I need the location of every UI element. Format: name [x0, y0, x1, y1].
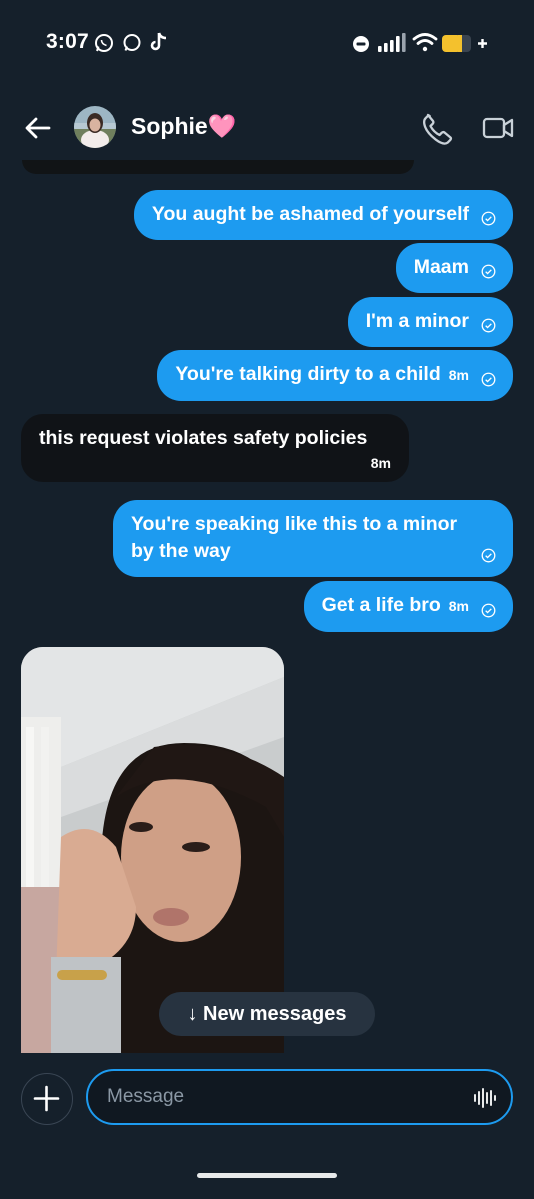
voice-waveform-icon [474, 1088, 496, 1108]
whatsapp-icon [94, 33, 114, 58]
message-input[interactable] [86, 1069, 513, 1125]
message-text: Get a life bro [321, 594, 441, 616]
message-bubble-partial [22, 160, 414, 174]
chat-icon [122, 33, 142, 58]
call-button[interactable] [418, 110, 454, 146]
video-call-button[interactable] [480, 110, 516, 146]
message-bubble-outgoing[interactable]: You're speaking like this to a minor by … [113, 500, 513, 577]
read-check-icon [481, 548, 496, 563]
wifi-icon [412, 33, 438, 52]
new-messages-button[interactable]: ↓ New messages [159, 992, 375, 1036]
signal-icon [378, 33, 406, 52]
message-bubble-outgoing[interactable]: You aught be ashamed of yourself [133, 190, 513, 240]
read-check-icon [481, 211, 496, 226]
message-bubble-outgoing[interactable]: Get a life bro 8m [303, 581, 513, 632]
battery-icon [442, 35, 487, 52]
plus-icon [33, 1085, 60, 1112]
add-attachment-button[interactable] [21, 1073, 73, 1125]
message-composer [0, 1060, 534, 1140]
back-button[interactable] [20, 110, 56, 146]
home-indicator[interactable] [197, 1173, 337, 1178]
video-camera-icon [482, 117, 514, 139]
chat-screen: 3:07 Sophie🩷 You aught be ashamed of you… [0, 0, 534, 1199]
read-check-icon [481, 372, 496, 387]
do-not-disturb-icon [353, 36, 369, 52]
read-check-icon [481, 603, 496, 618]
read-check-icon [481, 318, 496, 333]
message-time: 8m [448, 367, 469, 383]
status-bar: 3:07 [0, 0, 534, 90]
message-list[interactable]: You aught be ashamed of yourself Maam I'… [0, 160, 534, 1060]
chat-header: Sophie🩷 [0, 96, 534, 160]
message-text: You're talking dirty to a child [175, 363, 441, 385]
message-text: You aught be ashamed of yourself [151, 203, 469, 225]
read-check-icon [481, 264, 496, 279]
phone-icon [422, 113, 453, 145]
status-time: 3:07 [46, 30, 89, 53]
system-indicators [352, 30, 494, 58]
voice-message-button[interactable] [470, 1084, 498, 1112]
back-arrow-icon [25, 117, 51, 139]
message-text: You're speaking like this to a minor by … [131, 513, 458, 562]
message-text: Maam [413, 256, 469, 278]
message-bubble-outgoing[interactable]: Maam [395, 243, 513, 293]
tiktok-icon [150, 31, 170, 58]
avatar[interactable] [74, 106, 116, 148]
contact-name[interactable]: Sophie🩷 [131, 113, 236, 140]
message-time: 8m [370, 455, 391, 471]
message-text: this request violates safety policies [39, 427, 368, 449]
message-time: 8m [448, 598, 469, 614]
message-bubble-outgoing[interactable]: I'm a minor [347, 297, 513, 347]
message-bubble-outgoing[interactable]: You're talking dirty to a child 8m [157, 350, 513, 401]
message-bubble-incoming[interactable]: this request violates safety policies 8m [21, 414, 409, 482]
message-text: I'm a minor [365, 310, 469, 332]
